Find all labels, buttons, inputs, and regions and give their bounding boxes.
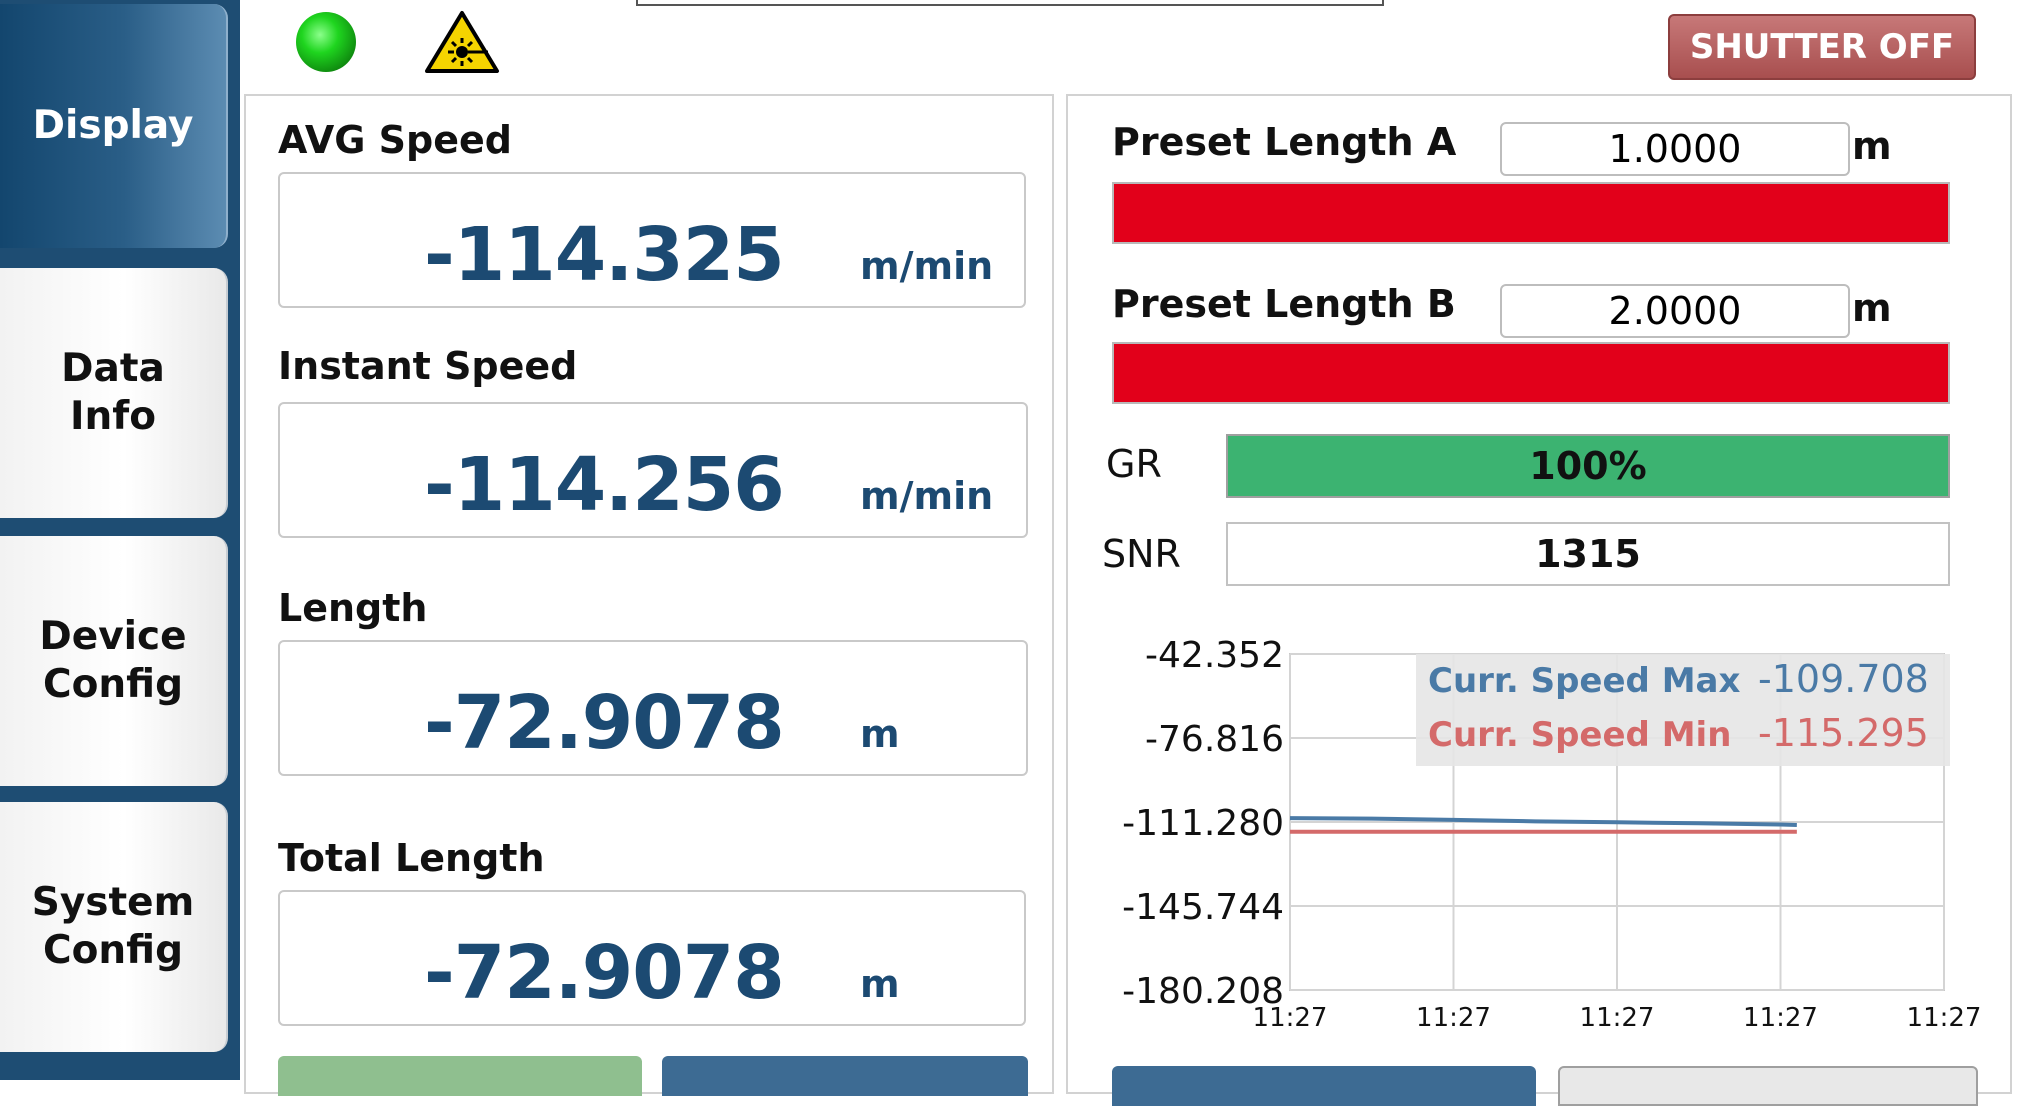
preset-a-input[interactable]: 1.0000	[1500, 122, 1850, 176]
chart-x-tick-label: 11:27	[1416, 1003, 1491, 1033]
chart-y-tick-label: -111.280	[1122, 803, 1284, 844]
total-length-value: -72.9078	[424, 930, 785, 1016]
preset-b-unit: m	[1852, 286, 1892, 330]
snr-label: SNR	[1102, 532, 1181, 576]
gr-label: GR	[1106, 442, 1162, 486]
sidebar-nav: Display Data Info Device Config System C…	[0, 0, 240, 1080]
speed-trend-chart: -42.352-76.816-111.280-145.744-180.20811…	[1122, 635, 1980, 1033]
laser-warning-icon	[425, 11, 499, 73]
instant-speed-value: -114.256	[424, 442, 785, 528]
avg-speed-value: -114.325	[424, 212, 785, 298]
chart-x-tick-label: 11:27	[1253, 1003, 1328, 1033]
chart-legend-value: -109.708	[1758, 657, 1929, 701]
preset-a-bar	[1112, 182, 1950, 244]
gr-value: 100%	[1529, 444, 1647, 488]
right-gray-button[interactable]	[1558, 1066, 1978, 1106]
chart-legend-name: Curr. Speed Min	[1428, 715, 1731, 755]
preset-b-bar	[1112, 342, 1950, 404]
chart-legend-name: Curr. Speed Max	[1428, 661, 1740, 701]
preset-a-label: Preset Length A	[1112, 120, 1457, 164]
gr-bar: 100%	[1226, 434, 1950, 498]
length-label: Length	[278, 586, 428, 630]
tab-data-info[interactable]: Data Info	[0, 268, 228, 518]
chart-x-tick-label: 11:27	[1580, 1003, 1655, 1033]
snr-value: 1315	[1226, 522, 1950, 586]
chart-x-tick-label: 11:27	[1907, 1003, 1980, 1033]
length-box: -72.9078 m	[278, 640, 1028, 776]
top-status-strip	[636, 0, 1384, 6]
avg-speed-label: AVG Speed	[278, 118, 512, 162]
shutter-button[interactable]: SHUTTER OFF	[1668, 14, 1976, 80]
preset-a-unit: m	[1852, 124, 1892, 168]
length-value: -72.9078	[424, 680, 785, 766]
avg-speed-box: -114.325 m/min	[278, 172, 1026, 308]
right-blue-button[interactable]	[1112, 1066, 1536, 1106]
instant-speed-box: -114.256 m/min	[278, 402, 1028, 538]
chart-x-tick-label: 11:27	[1743, 1003, 1818, 1033]
tab-display[interactable]: Display	[0, 4, 228, 248]
status-led-icon	[296, 12, 356, 72]
total-length-box: -72.9078 m	[278, 890, 1026, 1026]
tab-device-config[interactable]: Device Config	[0, 536, 228, 786]
chart-y-tick-label: -76.816	[1145, 719, 1284, 760]
left-green-button[interactable]	[278, 1056, 642, 1096]
instant-speed-unit: m/min	[860, 474, 994, 518]
chart-y-tick-label: -42.352	[1145, 635, 1284, 676]
avg-speed-unit: m/min	[860, 244, 994, 288]
total-length-unit: m	[860, 962, 900, 1006]
chart-legend-value: -115.295	[1758, 711, 1929, 755]
preset-b-label: Preset Length B	[1112, 282, 1456, 326]
total-length-label: Total Length	[278, 836, 545, 880]
preset-b-input[interactable]: 2.0000	[1500, 284, 1850, 338]
instant-speed-label: Instant Speed	[278, 344, 578, 388]
left-blue-button[interactable]	[662, 1056, 1028, 1096]
length-unit: m	[860, 712, 900, 756]
tab-system-config[interactable]: System Config	[0, 802, 228, 1052]
chart-y-tick-label: -145.744	[1122, 887, 1284, 928]
